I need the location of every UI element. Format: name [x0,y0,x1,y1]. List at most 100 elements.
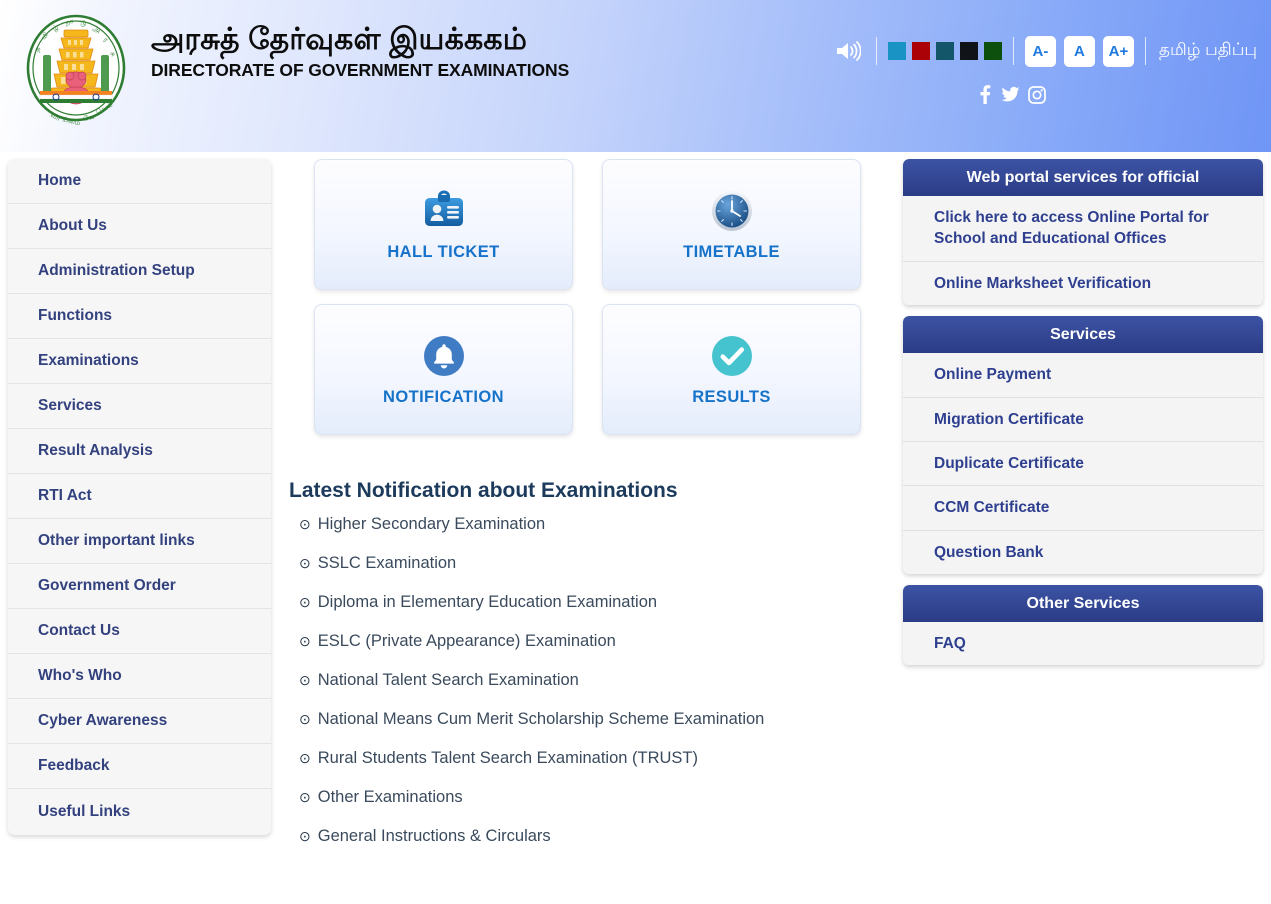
notification-label: ESLC (Private Appearance) Examination [317,631,616,650]
panel-item-question-bank[interactable]: Question Bank [903,530,1263,574]
panel-item-migration-certificate[interactable]: Migration Certificate [903,397,1263,442]
notification-label: National Talent Search Examination [317,670,579,689]
circled-dot-icon: ⊙ [299,632,311,649]
sidebar-item-whos-who[interactable]: Who's Who [8,654,271,699]
notification-label: National Means Cum Merit Scholarship Sch… [317,709,765,728]
panel-web-portal-services: Web portal services for official Click h… [903,159,1263,306]
main-content: HALL TICKET TIMETABLE NOTIFICATION RESUL… [285,152,885,866]
circled-dot-icon: ⊙ [299,671,311,688]
theme-swatch-teal[interactable] [935,42,954,60]
instagram-icon[interactable] [1028,85,1046,109]
panel-item-online-portal[interactable]: Click here to access Online Portal for S… [903,196,1263,262]
page-body: Home About Us Administration Setup Funct… [0,152,1271,904]
social-links [976,85,1046,109]
list-item[interactable]: ⊙ National Means Cum Merit Scholarship S… [299,710,885,729]
right-sidebar: Web portal services for official Click h… [903,159,1263,676]
list-item[interactable]: ⊙ ESLC (Private Appearance) Examination [299,632,885,651]
tile-timetable[interactable]: TIMETABLE [602,159,861,290]
circled-dot-icon: ⊙ [299,516,311,532]
panel-other-services: Other Services FAQ [903,585,1263,666]
left-sidebar-nav: Home About Us Administration Setup Funct… [8,159,271,835]
font-normal-button[interactable]: A [1063,35,1095,67]
circled-dot-icon: ⊙ [299,710,311,727]
site-title-english: DIRECTORATE OF GOVERNMENT EXAMINATIONS [151,59,570,80]
panel-item-marksheet-verification[interactable]: Online Marksheet Verification [903,261,1263,306]
notification-label: Other Examinations [317,787,463,806]
notification-list: ⊙ Higher Secondary Examination ⊙ SSLC Ex… [299,515,885,846]
accessibility-toolbar: A- A A+ தமிழ் பதிப்பு [831,32,1257,70]
sidebar-item-rti-act[interactable]: RTI Act [8,474,271,519]
quick-service-tiles: HALL TICKET TIMETABLE NOTIFICATION RESUL… [314,152,885,435]
toolbar-divider-1 [875,37,877,65]
sidebar-item-contact-us[interactable]: Contact Us [8,609,271,654]
svg-text:டு: டு [80,20,87,28]
speaker-icon[interactable] [831,36,865,66]
theme-swatch-black[interactable] [959,42,978,60]
panel-services: Services Online Payment Migration Certif… [903,316,1263,574]
panel-item-online-payment[interactable]: Online Payment [903,353,1263,398]
site-title-block: அரசுத் தேர்வுகள் இயக்ககம் DIRECTORATE OF… [151,21,569,81]
id-badge-icon [422,188,466,234]
theme-swatch-green[interactable] [983,42,1002,60]
panel-other-services-title: Other Services [903,585,1263,622]
toolbar-divider-2 [1012,37,1014,65]
list-item[interactable]: ⊙ Other Examinations [299,788,885,807]
sidebar-item-useful-links[interactable]: Useful Links [8,789,271,834]
font-increase-button[interactable]: A+ [1102,35,1134,67]
check-circle-icon [711,333,753,379]
font-size-controls: A- A A+ [1024,35,1134,67]
sidebar-item-services[interactable]: Services [8,384,271,429]
sidebar-item-home[interactable]: Home [8,159,271,204]
tile-notification[interactable]: NOTIFICATION [314,304,573,435]
circled-dot-icon: ⊙ [299,827,311,844]
theme-swatch-cyan[interactable] [887,42,906,60]
list-item[interactable]: ⊙ National Talent Search Examination [299,671,885,690]
tile-hall-ticket[interactable]: HALL TICKET [314,159,573,290]
panel-services-title: Services [903,316,1263,354]
site-header: த மி ழ் நா டு அ ர சு வா ய்மை யே வெல் அரச… [0,0,1271,152]
svg-text:யே: யே [83,113,95,122]
theme-color-swatches [887,42,1002,60]
sidebar-item-other-important-links[interactable]: Other important links [8,519,271,564]
sidebar-item-about-us[interactable]: About Us [8,204,271,249]
sidebar-item-examinations[interactable]: Examinations [8,339,271,384]
sidebar-item-administration-setup[interactable]: Administration Setup [8,249,271,294]
tamil-nadu-emblem-logo: த மி ழ் நா டு அ ர சு வா ய்மை யே வெல் [16,8,136,133]
sidebar-item-feedback[interactable]: Feedback [8,744,271,789]
tile-notification-label: NOTIFICATION [383,387,504,406]
latest-notification-heading: Latest Notification about Examinations [289,479,678,502]
panel-item-ccm-certificate[interactable]: CCM Certificate [903,486,1263,531]
tamil-version-link[interactable]: தமிழ் பதிப்பு [1157,40,1257,62]
notification-label: SSLC Examination [317,553,457,572]
theme-swatch-red[interactable] [911,42,930,60]
circled-dot-icon: ⊙ [299,749,311,766]
panel-item-faq[interactable]: FAQ [903,622,1263,666]
tile-timetable-label: TIMETABLE [683,242,780,261]
notification-label: Higher Secondary Examination [317,515,546,533]
tile-results[interactable]: RESULTS [602,304,861,435]
font-decrease-button[interactable]: A- [1024,35,1056,67]
circled-dot-icon: ⊙ [299,593,311,610]
notification-label: Diploma in Elementary Education Examinat… [317,592,658,611]
panel-web-portal-services-title: Web portal services for official [903,159,1263,196]
clock-icon [711,188,753,234]
tile-results-label: RESULTS [692,387,771,406]
list-item[interactable]: ⊙ SSLC Examination [299,554,885,573]
list-item[interactable]: ⊙ Diploma in Elementary Education Examin… [299,593,885,612]
sidebar-item-functions[interactable]: Functions [8,294,271,339]
sidebar-item-cyber-awareness[interactable]: Cyber Awareness [8,699,271,744]
tile-hall-ticket-label: HALL TICKET [387,242,500,261]
circled-dot-icon: ⊙ [299,554,311,571]
list-item[interactable]: ⊙ Higher Secondary Examination [299,515,885,534]
toolbar-divider-3 [1144,37,1146,65]
panel-item-duplicate-certificate[interactable]: Duplicate Certificate [903,441,1263,487]
notification-label: General Instructions & Circulars [317,826,551,845]
list-item[interactable]: ⊙ General Instructions & Circulars [299,827,885,846]
sidebar-item-government-order[interactable]: Government Order [8,564,271,609]
sidebar-item-result-analysis[interactable]: Result Analysis [8,429,271,474]
twitter-icon[interactable] [1001,85,1020,109]
list-item[interactable]: ⊙ Rural Students Talent Search Examinati… [299,749,885,768]
bell-icon [423,333,465,379]
facebook-icon[interactable] [976,85,993,109]
notification-label: Rural Students Talent Search Examination… [317,748,699,767]
